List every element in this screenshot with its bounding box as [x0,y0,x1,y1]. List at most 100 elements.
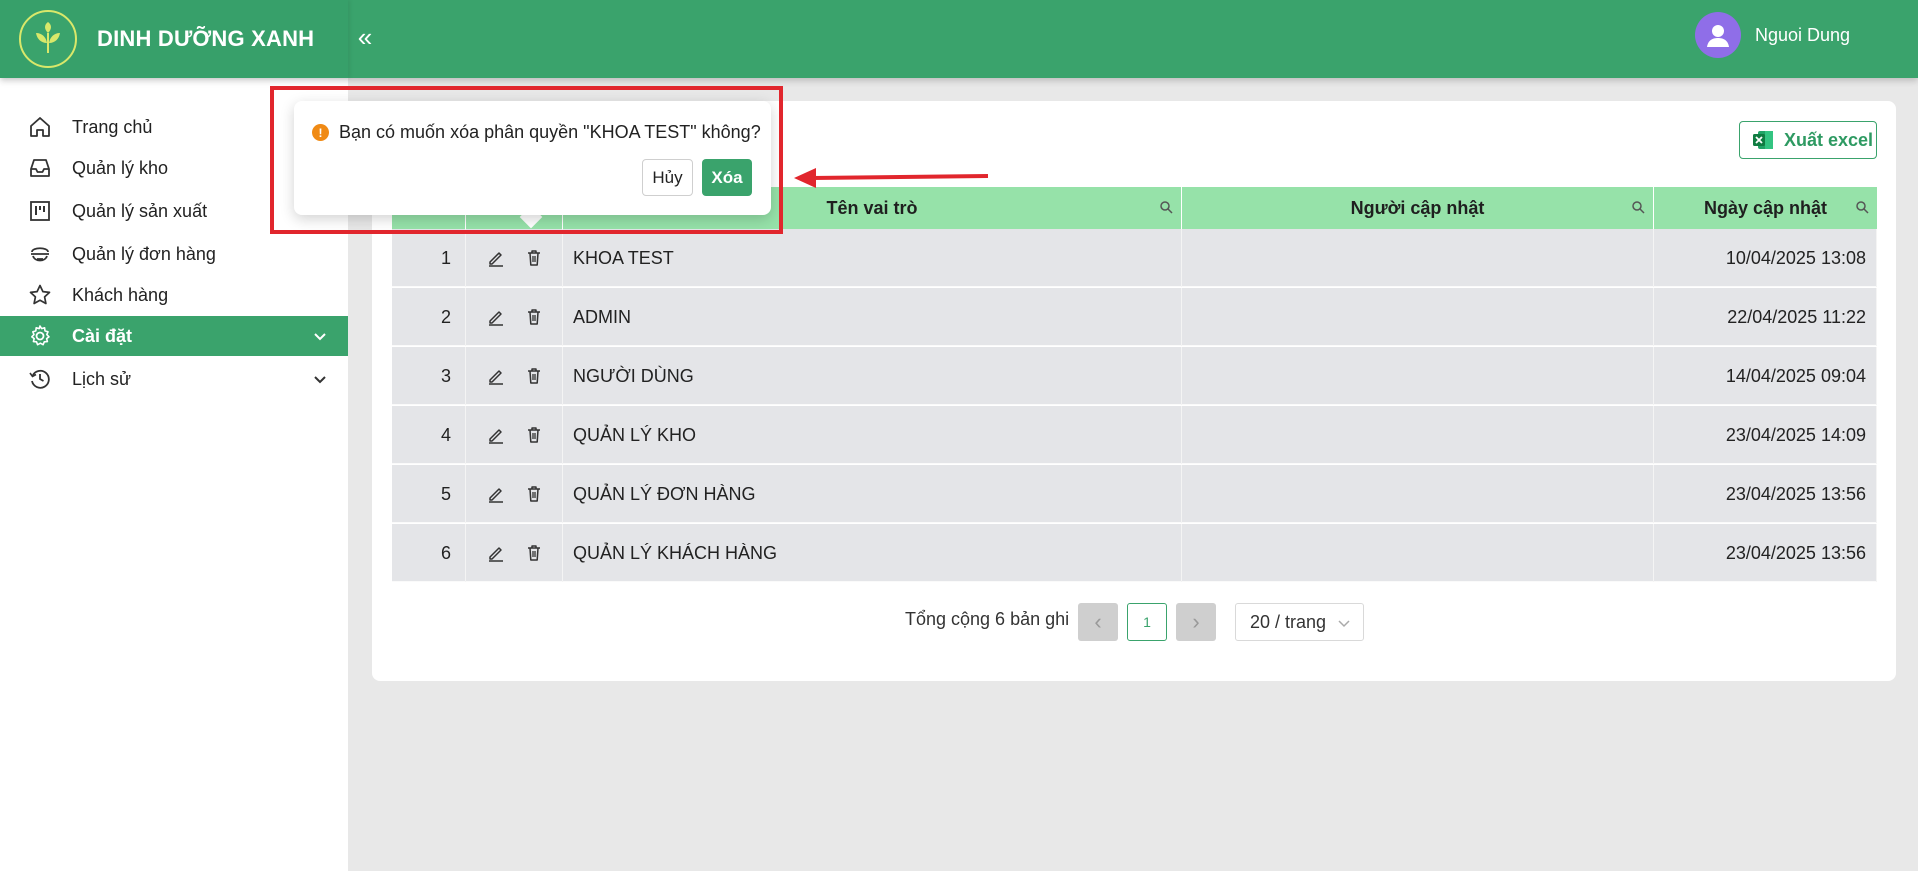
top-header: DINH DƯỠNG XANH « Nguoi Dung [0,0,1918,78]
trash-icon[interactable] [524,543,544,563]
history-clock-icon [29,369,50,389]
table-row: 6 QUẢN LÝ KHÁCH HÀNG 23/04/2025 13:56 [392,524,1877,582]
truck-icon [31,247,49,262]
export-label: Xuất excel [1784,129,1874,150]
page-size-value: 20 / trang [1250,611,1327,632]
sidebar-item-label: Khách hàng [72,284,169,305]
cancel-button[interactable]: Hủy [642,159,693,196]
edit-icon[interactable] [486,543,506,563]
trash-icon[interactable] [524,248,544,268]
search-icon[interactable] [1855,200,1869,214]
table-row: 5 QUẢN LÝ ĐƠN HÀNG 23/04/2025 13:56 [392,465,1877,523]
table-row: 2 ADMIN 22/04/2025 11:22 [392,288,1877,346]
sidebar-item-label: Quản lý sản xuất [72,200,208,221]
sidebar-item-label: Quản lý kho [72,157,169,178]
cell-actions [466,347,563,405]
cell-index: 6 [392,524,466,582]
sidebar-item-label: Trang chủ [72,116,153,137]
collapse-sidebar-button[interactable]: « [350,22,380,52]
sidebar-item-settings[interactable]: Cài đặt [0,316,348,356]
trash-icon[interactable] [524,425,544,445]
cell-actions [466,229,563,287]
edit-icon[interactable] [486,484,506,504]
user-menu[interactable]: Nguoi Dung [1695,12,1850,58]
edit-icon[interactable] [486,307,506,327]
sidebar-item-orders[interactable]: Quản lý đơn hàng [0,234,348,274]
header-updated-by[interactable]: Người cập nhật [1182,187,1654,229]
table-row: 4 QUẢN LÝ KHO 23/04/2025 14:09 [392,406,1877,464]
cell-actions [466,288,563,346]
table-row: 3 NGƯỜI DÙNG 14/04/2025 09:04 [392,347,1877,405]
delete-confirm-popover: ! Bạn có muốn xóa phân quyền "KHOA TEST"… [294,101,771,215]
cell-updated-by [1182,524,1654,582]
star-icon [29,284,51,305]
excel-icon [1753,131,1773,149]
chevron-left-icon: ‹ [1094,609,1102,634]
cell-index: 1 [392,229,466,287]
page-number-button[interactable]: 1 [1127,603,1167,641]
cell-index: 5 [392,465,466,523]
brand-title: DINH DƯỠNG XANH [97,26,315,51]
user-icon [1707,25,1729,47]
cell-updated-at: 22/04/2025 11:22 [1654,288,1877,346]
cell-role-name: ADMIN [563,288,1182,346]
inbox-icon [30,159,50,177]
confirm-message: Bạn có muốn xóa phân quyền "KHOA TEST" k… [339,122,761,142]
cell-role-name: QUẢN LÝ KHO [563,406,1182,464]
leaf-logo-icon [19,10,77,68]
cell-updated-at: 23/04/2025 13:56 [1654,524,1877,582]
header-label: Tên vai trò [826,197,918,218]
cell-updated-by [1182,229,1654,287]
sidebar-item-customers[interactable]: Khách hàng [0,275,348,315]
cell-index: 4 [392,406,466,464]
table-row: 1 KHOA TEST 10/04/2025 13:08 [392,229,1877,287]
cell-role-name: KHOA TEST [563,229,1182,287]
header-label: Ngày cập nhật [1703,197,1828,218]
export-excel-button[interactable]: Xuất excel [1739,121,1877,159]
cell-role-name: NGƯỜI DÙNG [563,347,1182,405]
chevron-down-icon [314,376,326,384]
cell-actions [466,406,563,464]
search-icon[interactable] [1631,200,1645,214]
page-size-select[interactable]: 20 / trang [1235,603,1364,641]
total-records-text: Tổng cộng 6 bản ghi [905,609,1070,629]
brand-area: DINH DƯỠNG XANH [0,0,348,78]
header-label: Người cập nhật [1350,197,1485,218]
edit-icon[interactable] [486,425,506,445]
chevron-right-icon: › [1192,609,1200,634]
confirm-delete-button[interactable]: Xóa [702,159,752,196]
trash-icon[interactable] [524,366,544,386]
sidebar-item-label: Quản lý đơn hàng [72,243,216,264]
header-updated-at[interactable]: Ngày cập nhật [1654,187,1877,229]
user-name[interactable]: Nguoi Dung [1755,25,1850,46]
prev-page-button[interactable]: ‹ [1078,603,1118,641]
cell-role-name: QUẢN LÝ KHÁCH HÀNG [563,524,1182,582]
cell-updated-at: 10/04/2025 13:08 [1654,229,1877,287]
annotation-arrow-icon [794,168,989,188]
gear-icon [31,325,50,346]
cell-updated-by [1182,465,1654,523]
cell-updated-at: 14/04/2025 09:04 [1654,347,1877,405]
search-icon[interactable] [1159,200,1173,214]
trash-icon[interactable] [524,484,544,504]
cell-updated-at: 23/04/2025 13:56 [1654,465,1877,523]
warning-icon: ! [312,124,329,141]
chevron-down-icon [1338,620,1350,628]
sidebar-item-history[interactable]: Lịch sử [0,359,348,399]
cell-updated-by [1182,347,1654,405]
edit-icon[interactable] [486,248,506,268]
project-board-icon [30,201,50,221]
cell-index: 2 [392,288,466,346]
cell-actions [466,524,563,582]
cell-updated-by [1182,406,1654,464]
cell-index: 3 [392,347,466,405]
avatar[interactable] [1695,12,1741,58]
chevron-down-icon [314,333,326,341]
home-icon [30,117,50,137]
sidebar-item-label: Cài đặt [72,325,133,346]
next-page-button[interactable]: › [1176,603,1216,641]
edit-icon[interactable] [486,366,506,386]
cell-actions [466,465,563,523]
cell-updated-at: 23/04/2025 14:09 [1654,406,1877,464]
trash-icon[interactable] [524,307,544,327]
